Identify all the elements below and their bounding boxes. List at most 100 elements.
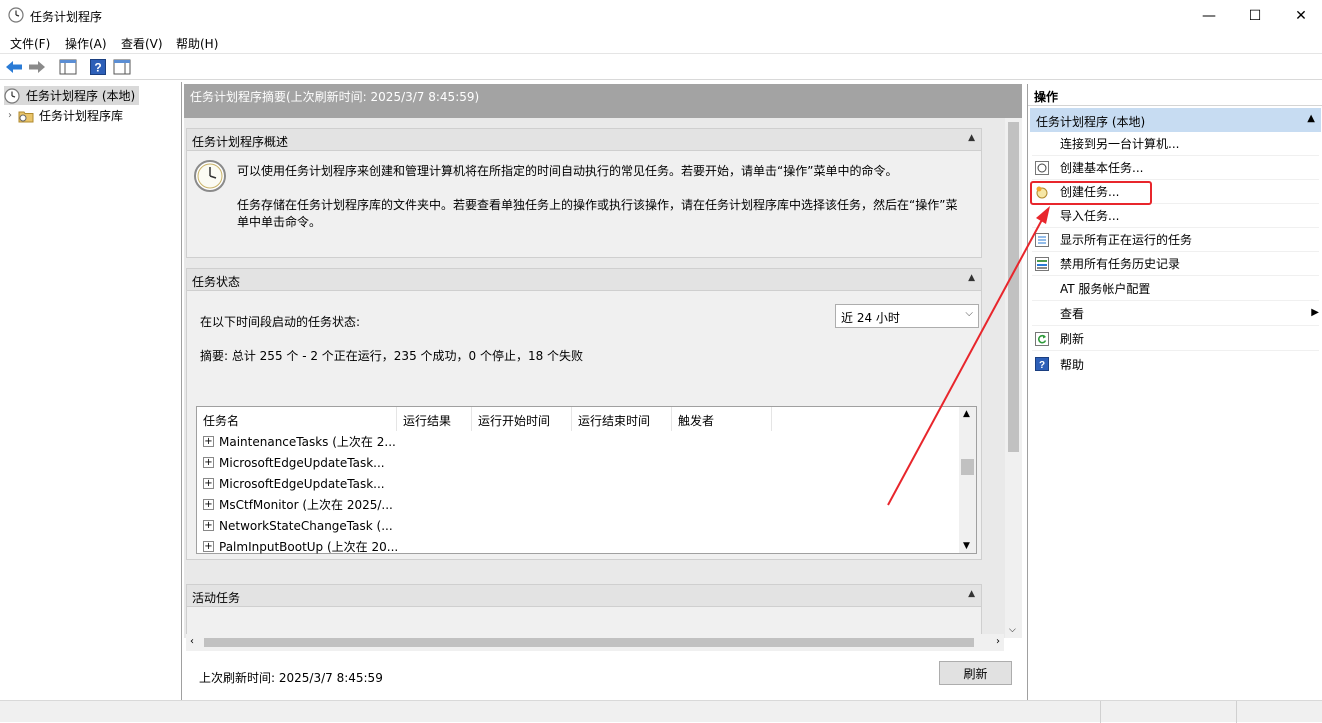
clock-icon [194,160,226,192]
section-title: 任务状态 [192,275,241,289]
console-tree-icon [59,59,77,75]
collapse-icon[interactable]: ▲ [968,589,975,599]
expand-icon[interactable]: + [203,457,214,468]
menu-bar: 文件(F) 操作(A) 查看(V) 帮助(H) [0,31,1322,54]
tree-item-root[interactable]: 任务计划程序 (本地) [4,86,140,105]
row-task-name: MaintenanceTasks (上次在 2... [219,435,396,449]
table-row[interactable]: + MicrosoftEdgeUpdateTask... [203,473,385,494]
scroll-down-icon[interactable]: ⌵ [1009,625,1016,635]
column-header-start[interactable]: 运行开始时间 [472,407,572,431]
column-header-end[interactable]: 运行结束时间 [572,407,672,431]
status-summary: 摘要: 总计 255 个 - 2 个正在运行，235 个成功，0 个停止，18 … [200,349,584,363]
row-task-name: MicrosoftEdgeUpdateTask... [219,455,385,470]
action-at-service-config[interactable]: AT 服务帐户配置 [1032,277,1319,301]
section-title: 任务计划程序概述 [192,135,289,149]
collapse-icon[interactable]: ▲ [1307,113,1315,124]
toolbar: ? [0,54,1322,80]
collapse-icon[interactable]: ▲ [968,133,975,143]
scroll-thumb[interactable] [204,638,974,647]
help-toolbar-button[interactable]: ? [88,57,108,77]
menu-help[interactable]: 帮助(H) [176,35,218,52]
expand-icon[interactable]: + [203,541,214,552]
active-tasks-header[interactable]: 活动任务 ▲ [187,585,981,607]
status-divider [1236,701,1237,723]
show-hide-tree-button[interactable] [58,57,78,77]
refresh-button[interactable]: 刷新 [939,661,1012,685]
submenu-arrow-icon: ▶ [1311,307,1319,318]
action-create-basic-task[interactable]: 创建基本任务... [1032,156,1319,180]
action-disable-history[interactable]: 禁用所有任务历史记录 [1032,252,1319,276]
action-help[interactable]: ? 帮助 [1032,352,1319,376]
row-task-name: MsCtfMonitor (上次在 2025/... [219,498,393,512]
table-row[interactable]: + MaintenanceTasks (上次在 2... [203,431,396,452]
maximize-button[interactable]: ☐ [1232,0,1278,31]
action-refresh[interactable]: 刷新 [1032,327,1319,351]
console-tree: 任务计划程序 (本地) › 任务计划程序库 [0,82,182,700]
table-row[interactable]: + NetworkStateChangeTask (... [203,515,393,536]
tree-item-label: 任务计划程序库 [39,109,124,123]
minimize-button[interactable]: — [1186,0,1232,31]
task-status-table: 任务名 运行结果 运行开始时间 运行结束时间 触发者 + MaintenanceT… [196,406,977,554]
svg-text:?: ? [94,61,101,75]
active-tasks-section: 活动任务 ▲ [186,584,982,638]
action-import-task[interactable]: 导入任务... [1032,204,1319,228]
summary-header: 任务计划程序摘要(上次刷新时间: 2025/3/7 8:45:59) [184,84,1022,118]
column-header-name[interactable]: 任务名 [197,407,397,431]
help-icon: ? [90,59,106,75]
overview-paragraph-1: 可以使用任务计划程序来创建和管理计算机将在所指定的时间自动执行的常见任务。若要开… [237,164,898,178]
overview-paragraph-2: 任务存储在任务计划程序库的文件夹中。若要查看单独任务上的操作或执行该操作，请在任… [237,198,958,229]
title-bar: 任务计划程序 — ☐ ✕ [0,0,1322,31]
table-row[interactable]: + MsCtfMonitor (上次在 2025/... [203,494,393,515]
show-hide-action-pane-button[interactable] [112,57,132,77]
table-row[interactable]: + MicrosoftEdgeUpdateTask... [203,452,385,473]
action-pane-icon [113,59,131,75]
expand-icon[interactable]: + [203,478,214,489]
forward-arrow-icon [29,61,45,73]
row-task-name: PalmInputBootUp (上次在 20... [219,540,399,554]
actions-group-label: 任务计划程序 (本地) [1036,115,1146,129]
overview-section: 任务计划程序概述 ▲ 可以使用任务计划程序来创建和管理计算机将在所指定的时间自动… [186,128,982,258]
last-refresh-label: 上次刷新时间: 2025/3/7 8:45:59 [199,671,383,685]
overview-header[interactable]: 任务计划程序概述 ▲ [187,129,981,151]
folder-icon [18,111,34,122]
window-title: 任务计划程序 [30,10,103,24]
forward-button[interactable] [27,57,47,77]
menu-view[interactable]: 查看(V) [121,35,163,52]
scroll-down-icon[interactable]: ▼ [963,541,970,551]
section-title: 活动任务 [192,591,241,605]
actions-group-header[interactable]: 任务计划程序 (本地) ▲ [1030,108,1321,132]
tree-item-library[interactable]: › 任务计划程序库 [8,106,123,125]
row-task-name: MicrosoftEdgeUpdateTask... [219,476,385,491]
action-view[interactable]: 查看 ▶ [1032,302,1319,326]
scroll-right-icon[interactable]: › [996,636,1000,647]
table-row[interactable]: + PalmInputBootUp (上次在 20... [203,536,398,557]
expand-icon[interactable]: + [203,499,214,510]
chevron-right-icon[interactable]: › [8,110,12,121]
expand-icon[interactable]: + [203,436,214,447]
column-header-result[interactable]: 运行结果 [397,407,472,431]
menu-file[interactable]: 文件(F) [10,35,50,52]
back-arrow-icon [6,61,22,73]
close-button[interactable]: ✕ [1278,0,1322,31]
period-label: 在以下时间段启动的任务状态: [200,315,361,329]
annotation-arrow [887,206,1050,506]
clock-icon [4,87,20,104]
action-connect[interactable]: 连接到另一台计算机... [1032,132,1319,156]
status-bar [0,700,1322,723]
actions-header: 操作 [1028,84,1322,106]
task-status-header[interactable]: 任务状态 ▲ [187,269,981,291]
back-button[interactable] [4,57,24,77]
column-header-trigger[interactable]: 触发者 [672,407,772,431]
actions-pane: 操作 任务计划程序 (本地) ▲ 连接到另一台计算机... 创建基本任务... … [1027,84,1322,700]
expand-icon[interactable]: + [203,520,214,531]
clock-icon [8,7,24,23]
center-horizontal-scrollbar[interactable]: ‹ › [186,634,1004,651]
menu-action[interactable]: 操作(A) [65,35,107,52]
tree-item-label: 任务计划程序 (本地) [26,89,136,103]
status-divider [1100,701,1101,723]
action-show-running[interactable]: 显示所有正在运行的任务 [1032,228,1319,252]
blank-icon [1034,136,1050,152]
scroll-left-icon[interactable]: ‹ [190,636,194,647]
row-task-name: NetworkStateChangeTask (... [219,518,393,533]
basic-task-icon [1034,160,1050,176]
